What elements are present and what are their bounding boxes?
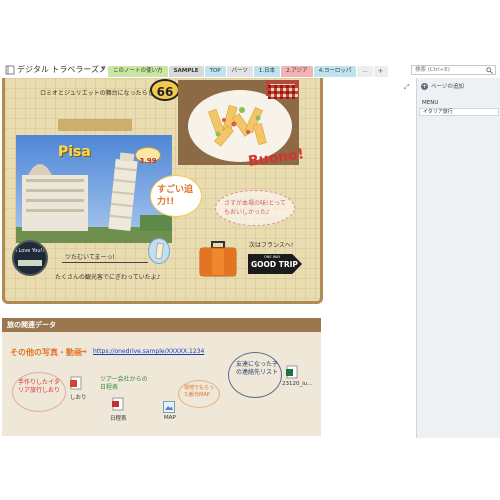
section-title: 旅の関連データ xyxy=(7,321,56,329)
suitcase-icon xyxy=(199,241,237,277)
number-badge: 66 xyxy=(150,79,180,101)
number-badge-text: 66 xyxy=(156,85,174,99)
itinerary-note: ツアー会社からの日程表 xyxy=(100,376,148,391)
tab-how-to[interactable]: このノートの使い方 xyxy=(108,66,168,77)
itinerary-label: 日程表 xyxy=(110,416,127,422)
tab-more[interactable]: ... xyxy=(357,66,373,77)
tab-europe[interactable]: 4.ヨーロッパ xyxy=(313,66,357,77)
plus-icon: + xyxy=(421,82,428,90)
search-icon[interactable] xyxy=(486,67,493,74)
map-label: MAP xyxy=(164,415,176,421)
photos-label: その他の写真・動画 xyxy=(10,348,82,357)
tablecloth-deco xyxy=(268,85,298,99)
tab-sample[interactable]: SAMPLE xyxy=(168,66,204,77)
handmade-text: 手作りしたイタリア旅行しおり xyxy=(18,379,61,394)
tape-strip xyxy=(58,119,132,131)
notebook-icon xyxy=(5,65,15,75)
impressed-bubble: すごい迫力!! xyxy=(150,175,202,217)
add-page-button[interactable]: + ページの追加 xyxy=(421,82,464,90)
tower-sticker-tower xyxy=(154,242,165,260)
search-placeholder: 検索 (Ctrl+E) xyxy=(415,67,450,73)
tab-japan[interactable]: 1.日本 xyxy=(253,66,281,77)
friend-bubble: 友達になった子の連絡先リスト xyxy=(228,352,282,398)
page-list-pane: + ページの追加 MENU イタリア旅行 xyxy=(416,78,500,438)
tab-parts[interactable]: パーツ xyxy=(226,66,253,77)
page-item-italy[interactable]: イタリア旅行 xyxy=(419,108,499,116)
onedrive-link[interactable]: https://onedrive.sample/XXXXX.1234 xyxy=(93,348,204,355)
add-section-button[interactable]: + xyxy=(373,66,388,77)
love-sticker-text: I Love You!! xyxy=(15,248,45,254)
map-note-text: 現地でもらった観光MAP xyxy=(184,385,215,398)
lean-caption: ツたむいてまーっ! xyxy=(65,254,115,261)
tab-asia[interactable]: 2.アジア xyxy=(281,66,313,77)
price-tag-text: 3.99 xyxy=(139,157,157,165)
tourist-note: たくさんの観光客でにぎわっていたよ♪ xyxy=(55,274,161,281)
section-tabs: このノートの使い方 SAMPLE TOP パーツ 1.日本 2.アジア 4.ヨー… xyxy=(108,66,388,77)
love-sticker: I Love You!! xyxy=(12,240,48,276)
romeo-note: ロミオとジュリエットの舞台になったらしい!! xyxy=(40,90,165,97)
next-france-label: 次はフランスへ! xyxy=(249,242,294,249)
map-bubble: 現地でもらった観光MAP xyxy=(178,380,220,408)
shiori-label: しおり xyxy=(70,395,87,401)
section-header: 旅の関連データ xyxy=(2,318,321,332)
love-sticker-stripe xyxy=(18,260,42,266)
menu-label: MENU xyxy=(422,100,439,106)
delicious-text: さすが本場の味!とってもおいしかった♪ xyxy=(224,200,286,216)
powerpoint-file-icon[interactable] xyxy=(70,376,82,390)
sign-top-text: ONE WAY xyxy=(264,255,281,259)
search-input[interactable]: 検索 (Ctrl+E) xyxy=(411,65,496,75)
lean-underline xyxy=(62,262,148,263)
delicious-bubble: さすが本場の味!とってもおいしかった♪ xyxy=(215,190,295,226)
excel-file-icon[interactable] xyxy=(286,365,298,379)
pisa-label: Pisa xyxy=(58,144,91,160)
impressed-text: すごい迫力!! xyxy=(157,185,194,207)
handmade-bubble: 手作りしたイタリア旅行しおり xyxy=(12,372,66,412)
expand-icon[interactable]: ⤢ xyxy=(404,83,410,92)
notebook-dropdown-icon[interactable]: ▾ xyxy=(101,64,105,72)
add-page-label: ページの追加 xyxy=(431,84,464,90)
friend-note-text: 友達になった子の連絡先リスト xyxy=(236,361,279,376)
pdf-file-icon[interactable] xyxy=(112,397,124,411)
image-file-icon[interactable] xyxy=(163,401,175,413)
tab-top[interactable]: TOP xyxy=(204,66,226,77)
price-tag: 3.99 xyxy=(135,147,161,165)
sign-text: GOOD TRIP xyxy=(251,260,298,269)
excel-label: 23120_iu... xyxy=(282,381,313,387)
tower-sticker xyxy=(148,238,170,264)
good-trip-sign: ONE WAY GOOD TRIP xyxy=(248,254,302,274)
arrow-icon: → xyxy=(80,347,87,356)
app-window: デジタル トラベラーズノート ▾ このノートの使い方 SAMPLE TOP パー… xyxy=(0,0,500,500)
